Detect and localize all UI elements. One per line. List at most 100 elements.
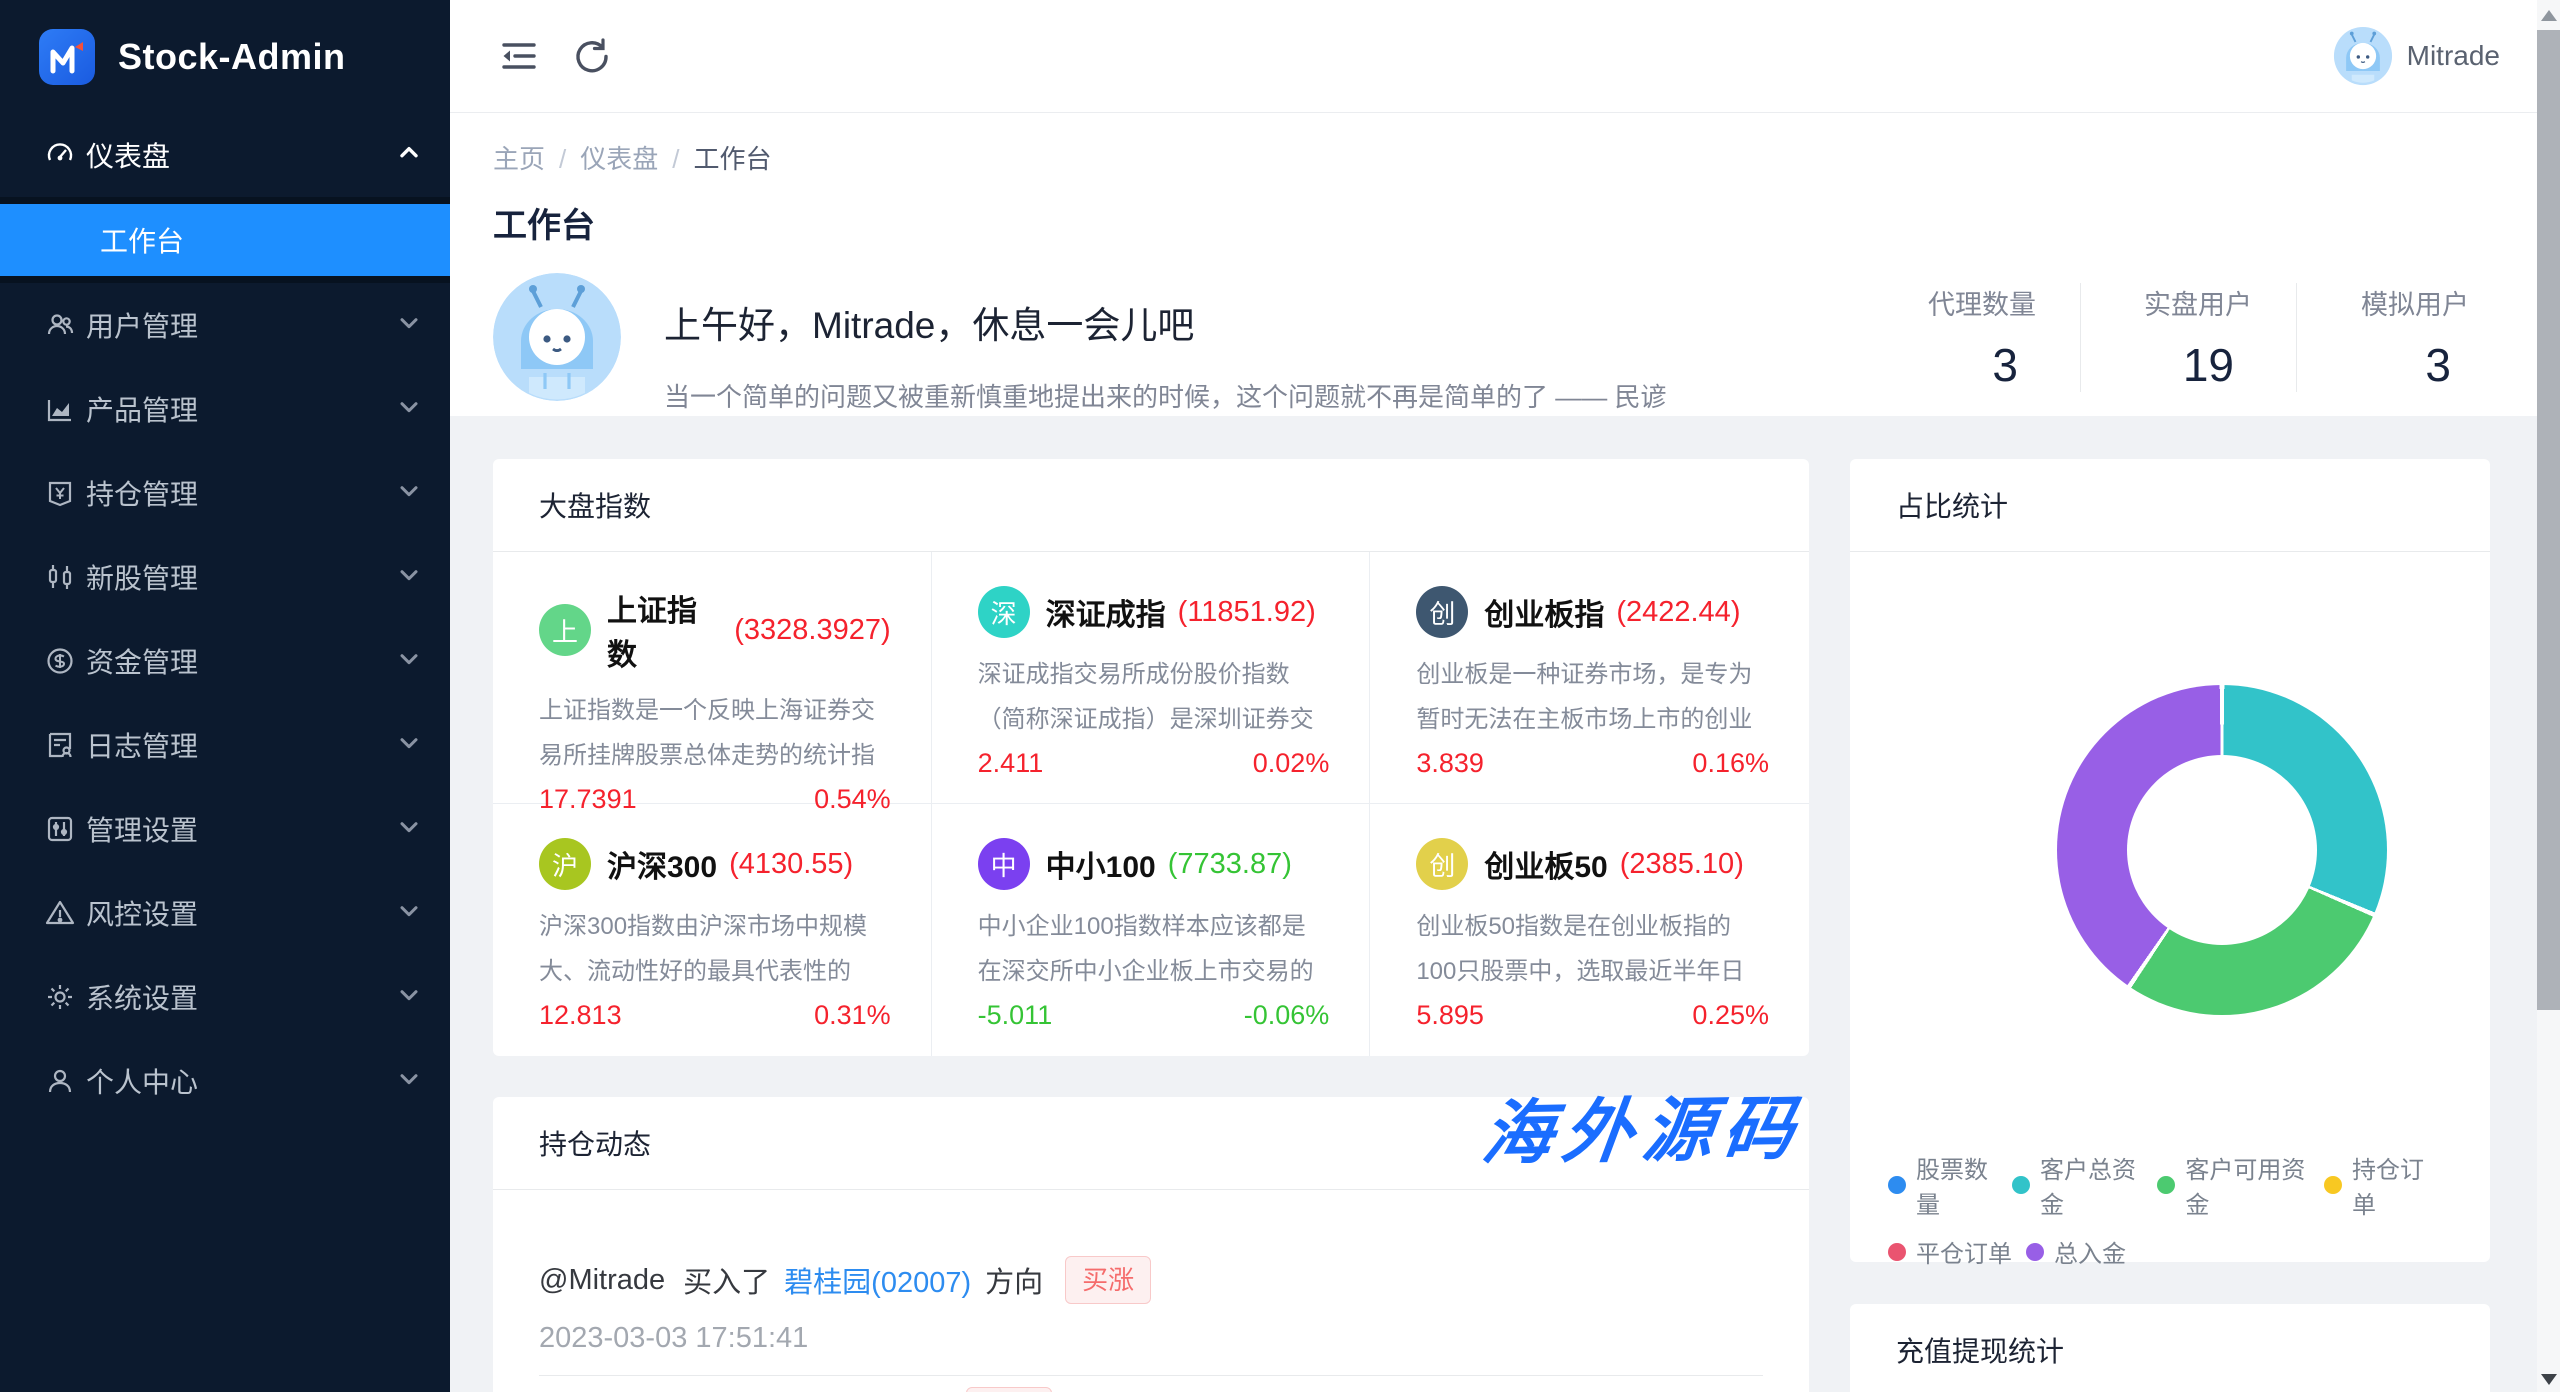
refresh-icon[interactable] bbox=[568, 33, 614, 79]
sidebar-item-label: 管理设置 bbox=[86, 809, 198, 849]
chevron-up-icon bbox=[400, 146, 416, 162]
legend-item-open-orders[interactable]: 持仓订单 bbox=[2324, 1150, 2434, 1220]
sidebar-item-label: 风控设置 bbox=[86, 893, 198, 933]
index-tile-chinext50[interactable]: 创 创业板50 (2385.10) 创业板50指数是在创业板指的100只股票中，… bbox=[1370, 804, 1809, 1056]
feed-stock-link[interactable]: 碧桂园(02007) bbox=[784, 1259, 971, 1301]
legend-item-total-funds[interactable]: 客户总资金 bbox=[2012, 1150, 2143, 1220]
market-tiles: 上 上证指数 (3328.3927) 上证指数是一个反映上海证券交易所挂牌股票总… bbox=[493, 552, 1809, 1056]
sidebar-item-system-settings[interactable]: 系统设置 bbox=[0, 955, 450, 1039]
scroll-up-arrow-icon[interactable] bbox=[2541, 10, 2557, 21]
breadcrumb-home[interactable]: 主页 bbox=[493, 144, 545, 174]
index-description: 创业板是一种证券市场，是专为暂时无法在主板市场上市的创业 bbox=[1416, 652, 1769, 742]
index-value: (4130.55) bbox=[729, 848, 853, 881]
index-badge: 创 bbox=[1416, 838, 1468, 890]
chevron-down-icon bbox=[400, 484, 416, 500]
profile-icon bbox=[44, 1065, 76, 1097]
breadcrumb-dashboard[interactable]: 仪表盘 bbox=[580, 144, 658, 174]
legend-dot bbox=[2012, 1176, 2030, 1194]
side-column: 占比统计 股票数量 客户总资金 bbox=[1850, 459, 2490, 1392]
app-logo-icon bbox=[39, 29, 95, 85]
sidebar-item-user-mgmt[interactable]: 用户管理 bbox=[0, 283, 450, 367]
legend-dot bbox=[1888, 1243, 1906, 1261]
chevron-down-icon bbox=[400, 820, 416, 836]
stat-value: 19 bbox=[2081, 338, 2252, 392]
stat-real-users: 实盘用户 19 bbox=[2081, 283, 2297, 392]
sidebar-item-workbench[interactable]: 工作台 bbox=[0, 204, 450, 276]
recharge-card-title: 充值提现统计 bbox=[1850, 1304, 2490, 1392]
main-column: 大盘指数 上 上证指数 (3328.3927) 上证指数是一个反映上海证券交易所… bbox=[493, 459, 1809, 1392]
index-tile-chinext[interactable]: 创 创业板指 (2422.44) 创业板是一种证券市场，是专为暂时无法在主板市场… bbox=[1370, 552, 1809, 804]
greeting-subtitle: 当一个简单的问题又被重新慎重地提出来的时候，这个问题就不再是简单的了 —— 民谚 bbox=[664, 377, 1666, 414]
sidebar-item-admin-settings[interactable]: 管理设置 bbox=[0, 787, 450, 871]
funds-icon bbox=[44, 645, 76, 677]
chevron-down-icon bbox=[400, 736, 416, 752]
greeting-row: 上午好，Mitrade，休息一会儿吧 当一个简单的问题又被重新慎重地提出来的时候… bbox=[493, 273, 2513, 414]
sidebar-item-position-mgmt[interactable]: 持仓管理 bbox=[0, 451, 450, 535]
legend-item-stock-count[interactable]: 股票数量 bbox=[1888, 1150, 1998, 1220]
user-name: Mitrade bbox=[2407, 40, 2500, 72]
legend-dot bbox=[1888, 1176, 1906, 1194]
index-description: 沪深300指数由沪深市场中规模大、流动性好的最具代表性的 bbox=[539, 904, 891, 994]
stat-demo-users: 模拟用户 3 bbox=[2297, 283, 2513, 392]
index-tile-shenzhen[interactable]: 深 深证成指 (11851.92) 深证成指交易所成份股价指数（简称深证成指）是… bbox=[932, 552, 1371, 804]
index-name: 上证指数 bbox=[607, 586, 722, 674]
legend-dot bbox=[2157, 1176, 2175, 1194]
main-area: Mitrade 主页/仪表盘/工作台 工作台 上午好，Mitrade，休息一会儿… bbox=[450, 0, 2560, 1392]
sidebar-item-label: 用户管理 bbox=[86, 305, 198, 345]
scroll-down-arrow-icon[interactable] bbox=[2541, 1374, 2557, 1385]
app-title: Stock-Admin bbox=[118, 36, 346, 78]
sidebar-item-funds-mgmt[interactable]: 资金管理 bbox=[0, 619, 450, 703]
index-name: 沪深300 bbox=[607, 842, 717, 886]
index-name: 深证成指 bbox=[1046, 590, 1166, 634]
index-tile-shanghai[interactable]: 上 上证指数 (3328.3927) 上证指数是一个反映上海证券交易所挂牌股票总… bbox=[493, 552, 932, 804]
chart-legend: 股票数量 客户总资金 客户可用资金 bbox=[1888, 1150, 2448, 1283]
app-logo-row: Stock-Admin bbox=[0, 0, 450, 113]
greeting-texts: 上午好，Mitrade，休息一会儿吧 当一个简单的问题又被重新慎重地提出来的时候… bbox=[664, 273, 1666, 414]
user-menu[interactable]: Mitrade bbox=[2333, 26, 2500, 86]
index-badge: 深 bbox=[978, 586, 1030, 638]
recharge-withdraw-card: 充值提现统计 bbox=[1850, 1304, 2490, 1392]
admin-settings-icon bbox=[44, 813, 76, 845]
legend-item-total-deposit[interactable]: 总入金 bbox=[2026, 1234, 2126, 1269]
legend-item-available-funds[interactable]: 客户可用资金 bbox=[2157, 1150, 2310, 1220]
chevron-down-icon bbox=[400, 1072, 416, 1088]
buy-rise-tag: 买涨 bbox=[966, 1387, 1052, 1392]
index-tile-sme100[interactable]: 中 中小100 (7733.87) 中小企业100指数样本应该都是在深交所中小企… bbox=[932, 804, 1371, 1056]
index-change: 3.839 bbox=[1416, 748, 1484, 779]
stat-value: 3 bbox=[2297, 338, 2469, 392]
sidebar-item-profile[interactable]: 个人中心 bbox=[0, 1039, 450, 1123]
dashboard-icon bbox=[44, 139, 76, 171]
product-chart-icon bbox=[44, 393, 76, 425]
legend-item-closed-orders[interactable]: 平仓订单 bbox=[1888, 1234, 2012, 1269]
greeting-avatar bbox=[493, 273, 621, 401]
sidebar-item-risk-settings[interactable]: 风控设置 bbox=[0, 871, 450, 955]
sidebar-item-log-mgmt[interactable]: 日志管理 bbox=[0, 703, 450, 787]
index-name: 中小100 bbox=[1046, 842, 1156, 886]
position-icon bbox=[44, 477, 76, 509]
index-value: (7733.87) bbox=[1168, 848, 1292, 881]
screen: Stock-Admin 仪表盘 工作台 用 bbox=[0, 0, 2560, 1392]
ipo-candlestick-icon bbox=[44, 561, 76, 593]
logs-icon bbox=[44, 729, 76, 761]
index-tile-hs300[interactable]: 沪 沪深300 (4130.55) 沪深300指数由沪深市场中规模大、流动性好的… bbox=[493, 804, 932, 1056]
greeting-title: 上午好，Mitrade，休息一会儿吧 bbox=[664, 295, 1666, 349]
scrollbar-thumb[interactable] bbox=[2537, 30, 2560, 1010]
index-change: -5.011 bbox=[978, 1000, 1053, 1031]
sidebar-item-dashboard[interactable]: 仪表盘 bbox=[0, 113, 450, 197]
index-description: 深证成指交易所成份股价指数（简称深证成指）是深圳证券交 bbox=[978, 652, 1330, 742]
ratio-stats-card: 占比统计 股票数量 客户总资金 bbox=[1850, 459, 2490, 1262]
index-name: 创业板指 bbox=[1484, 590, 1604, 634]
sidebar-item-ipo-mgmt[interactable]: 新股管理 bbox=[0, 535, 450, 619]
index-value: (11851.92) bbox=[1178, 596, 1316, 629]
collapse-sidebar-icon[interactable] bbox=[496, 33, 542, 79]
scrollbar[interactable] bbox=[2537, 0, 2560, 1392]
index-change-pct: 0.16% bbox=[1692, 748, 1769, 779]
index-description: 上证指数是一个反映上海证券交易所挂牌股票总体走势的统计指 bbox=[539, 688, 891, 778]
users-icon bbox=[44, 309, 76, 341]
feed-item-partial: 买涨 bbox=[493, 1376, 1809, 1392]
system-gear-icon bbox=[44, 981, 76, 1013]
index-change-pct: -0.06% bbox=[1244, 1000, 1330, 1031]
sidebar-item-product-mgmt[interactable]: 产品管理 bbox=[0, 367, 450, 451]
index-change: 12.813 bbox=[539, 1000, 622, 1031]
feed-direction-label: 方向 bbox=[985, 1259, 1043, 1301]
